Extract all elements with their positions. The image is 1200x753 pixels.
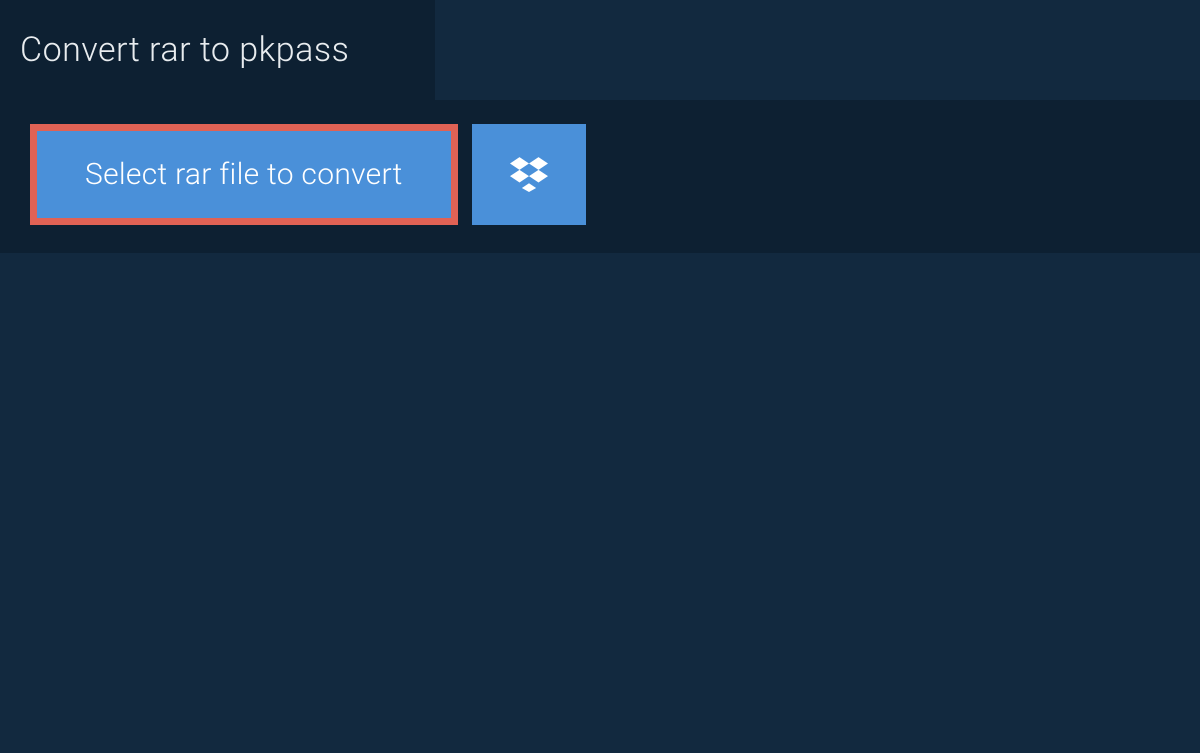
dropbox-icon [510, 154, 548, 195]
header-bar: Convert rar to pkpass [0, 0, 435, 100]
action-area: Select rar file to convert [0, 100, 1200, 253]
dropbox-button[interactable] [472, 124, 586, 225]
page-title: Convert rar to pkpass [20, 30, 415, 70]
select-file-button[interactable]: Select rar file to convert [30, 124, 458, 225]
body-fill [0, 253, 1200, 753]
